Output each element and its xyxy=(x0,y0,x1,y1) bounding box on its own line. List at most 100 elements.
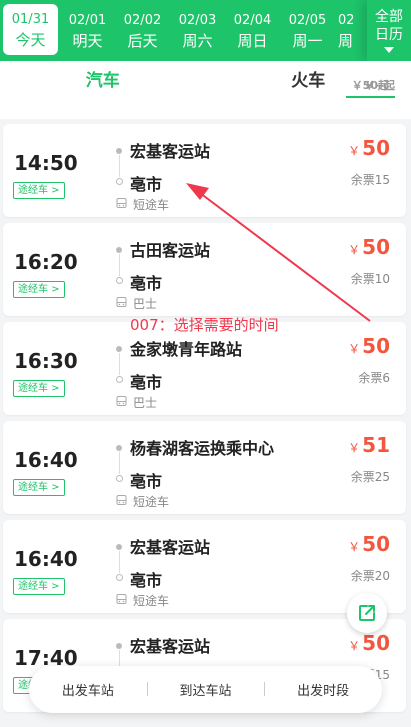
date-tab-0205[interactable]: 02/05 周一 xyxy=(280,0,335,61)
origin-dot-icon xyxy=(116,247,122,253)
filter-departure-time[interactable]: 出发时段 xyxy=(264,680,382,699)
route-line xyxy=(119,155,120,177)
date-label: 02/05 xyxy=(288,12,327,28)
destination-dot-icon xyxy=(116,178,123,185)
ticket-price: ￥ 50 xyxy=(348,334,390,358)
date-label: 02/02 xyxy=(123,12,162,28)
bus-type: 巴士 xyxy=(133,396,158,410)
ticket-price: ￥ 50 xyxy=(348,532,390,556)
trip-card[interactable]: 16:40 途经车 > 杨春湖客运换乘中心 亳市 短途车 ￥ 51 余票25 xyxy=(3,421,406,514)
departure-time: 14:50 xyxy=(14,151,78,175)
departure-station: 宏基客运站 xyxy=(130,538,211,557)
origin-dot-icon xyxy=(116,643,122,649)
remaining-seats: 余票25 xyxy=(350,470,390,484)
trip-card[interactable]: 16:40 途经车 > 宏基客运站 亳市 短途车 ￥ 50 余票20 xyxy=(3,520,406,613)
remaining-seats: 余票20 xyxy=(350,569,390,583)
arrival-station: 亳市 xyxy=(130,571,163,590)
via-stops-button[interactable]: 途经车 > xyxy=(13,281,65,298)
destination-dot-icon xyxy=(116,277,123,284)
departure-station: 宏基客运站 xyxy=(130,142,211,161)
arrival-station: 亳市 xyxy=(130,373,163,392)
ticket-price: ￥ 50 xyxy=(348,235,390,259)
origin-dot-icon xyxy=(116,346,122,352)
filter-departure-station[interactable]: 出发车站 xyxy=(29,680,147,699)
arrival-station: 亳市 xyxy=(130,472,163,491)
route-line xyxy=(119,353,120,375)
departure-time: 16:20 xyxy=(14,250,78,274)
tab-train-label: 火车 xyxy=(291,71,326,91)
remaining-seats: 余票15 xyxy=(350,173,390,187)
ticket-price: ￥ 50 xyxy=(348,136,390,160)
weekday-label: 今天 xyxy=(15,30,46,49)
filter-bar: 出发车站 到达车站 出发时段 xyxy=(29,666,382,713)
currency-symbol: ￥ xyxy=(348,441,361,455)
departure-time: 16:30 xyxy=(14,349,78,373)
price-value: 50 xyxy=(362,235,390,259)
date-tab-0204[interactable]: 02/04 周日 xyxy=(225,0,280,61)
bus-icon xyxy=(116,396,127,406)
date-label: 02/01 xyxy=(68,12,107,28)
arrival-station: 亳市 xyxy=(130,274,163,293)
currency-symbol: ￥ xyxy=(348,144,361,158)
departure-station: 宏基客运站 xyxy=(130,637,211,656)
trip-card[interactable]: 14:50 途经车 > 宏基客运站亳市短途车 ￥ 50 余票15 xyxy=(3,124,406,217)
currency-symbol: ￥ xyxy=(348,342,361,356)
trip-card[interactable]: 16:30 途经车 > 金家墩青年路站 亳市巴士 ￥ 50 余票6 xyxy=(3,322,406,415)
tab-train[interactable]: 火车 ￥--起 xyxy=(206,61,411,119)
bus-icon xyxy=(116,198,127,208)
destination-dot-icon xyxy=(116,475,123,482)
via-stops-button[interactable]: 途经车 > xyxy=(13,578,65,595)
bus-icon xyxy=(116,297,127,307)
bus-icon xyxy=(116,594,127,604)
weekday-label: 明天 xyxy=(72,31,103,50)
weekday-label: 周六 xyxy=(182,31,213,50)
trip-card[interactable]: 16:20 途经车 > 古田客运站 亳市 巴士 ￥ 50 余票10 xyxy=(3,223,406,316)
ticket-price: ￥ 51 xyxy=(348,433,390,457)
all-dates-calendar-button[interactable]: 全部 日历 xyxy=(367,0,411,61)
date-tab-0203[interactable]: 02/03 周六 xyxy=(170,0,225,61)
date-label: 02/03 xyxy=(178,12,217,28)
date-tab-0201[interactable]: 02/01 明天 xyxy=(60,0,115,61)
edit-icon xyxy=(359,605,375,621)
bus-icon xyxy=(116,495,127,505)
date-tab-0206-partial[interactable]: 02 周 xyxy=(335,0,353,61)
origin-dot-icon xyxy=(116,544,122,550)
transport-mode-tabs: 汽车 ￥50起 火车 ￥--起 xyxy=(0,61,411,119)
departure-station: 古田客运站 xyxy=(130,241,211,260)
price-value: 50 xyxy=(362,136,390,160)
via-stops-button[interactable]: 途经车 > xyxy=(13,182,65,199)
price-value: 50 xyxy=(362,334,390,358)
departure-station: 金家墩青年路站 xyxy=(130,340,243,359)
tab-bus-label: 汽车 xyxy=(85,71,120,91)
origin-dot-icon xyxy=(116,445,122,451)
bus-type: 短途车 xyxy=(133,495,170,509)
price-value: 50 xyxy=(362,532,390,556)
annotation-text: 007：选择需要的时间 xyxy=(130,316,279,334)
destination-dot-icon xyxy=(116,376,123,383)
currency-symbol: ￥ xyxy=(348,540,361,554)
remaining-seats: 余票6 xyxy=(358,371,390,385)
all-dates-label: 全部 xyxy=(375,9,403,25)
price-value: 50 xyxy=(362,631,390,655)
edit-button[interactable] xyxy=(347,593,387,633)
route-line xyxy=(119,254,120,276)
tab-bus[interactable]: 汽车 ￥50起 xyxy=(0,61,395,119)
via-stops-button[interactable]: 途经车 > xyxy=(13,479,65,496)
route-line xyxy=(119,551,120,573)
date-selector-bar: 01/31 今天 02/01 明天 02/02 后天 02/03 周六 02/0… xyxy=(0,0,411,61)
arrival-station: 亳市 xyxy=(130,175,163,194)
calendar-label: 日历 xyxy=(375,27,403,43)
departure-station: 杨春湖客运换乘中心 xyxy=(130,439,275,458)
tab-train-price: ￥--起 xyxy=(363,79,395,92)
caret-down-icon xyxy=(384,47,394,53)
weekday-label: 后天 xyxy=(127,31,158,50)
date-tab-today[interactable]: 01/31 今天 xyxy=(3,4,58,55)
date-tab-0202[interactable]: 02/02 后天 xyxy=(115,0,170,61)
via-stops-button[interactable]: 途经车 > xyxy=(13,380,65,397)
route-line xyxy=(119,452,120,474)
bus-type: 短途车 xyxy=(133,198,170,212)
currency-symbol: ￥ xyxy=(348,639,361,653)
weekday-label: 周日 xyxy=(237,31,268,50)
filter-arrival-station[interactable]: 到达车站 xyxy=(146,680,265,699)
bus-type: 巴士 xyxy=(133,297,158,311)
